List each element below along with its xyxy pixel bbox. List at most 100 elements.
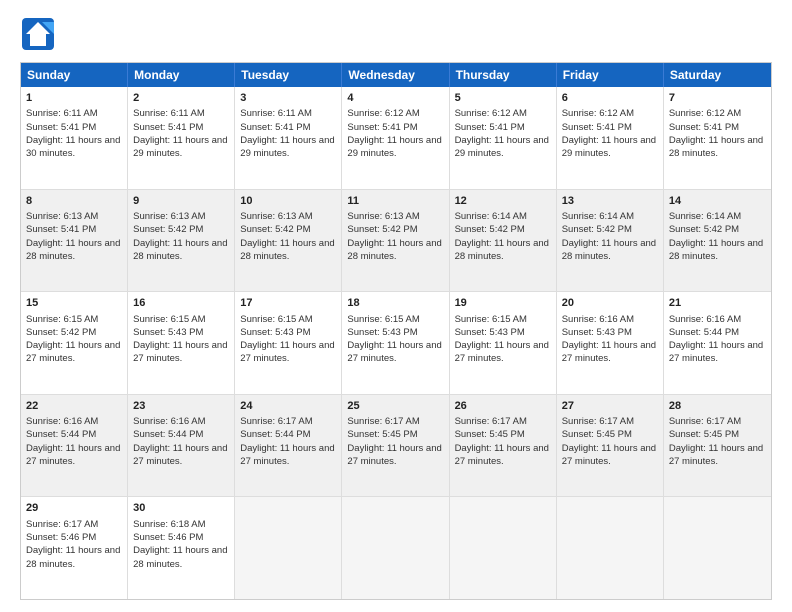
day-cell-23: 23Sunrise: 6:16 AMSunset: 5:44 PMDayligh… [128, 395, 235, 497]
day-cell-10: 10Sunrise: 6:13 AMSunset: 5:42 PMDayligh… [235, 190, 342, 292]
day-header-friday: Friday [557, 63, 664, 87]
sunrise: Sunrise: 6:13 AM [133, 211, 205, 222]
sunset: Sunset: 5:46 PM [26, 532, 96, 543]
sunrise: Sunrise: 6:11 AM [240, 108, 312, 119]
day-cell-13: 13Sunrise: 6:14 AMSunset: 5:42 PMDayligh… [557, 190, 664, 292]
empty-cell [235, 497, 342, 599]
sunrise: Sunrise: 6:12 AM [455, 108, 527, 119]
day-cell-28: 28 Sunrise: 6:17 AM Sunset: 5:45 PM Dayligh… [664, 395, 771, 497]
daylight: Daylight: 11 hours and 27 minutes. [347, 340, 441, 364]
sunset: Sunset: 5:41 PM [240, 122, 310, 133]
daylight: Daylight: 11 hours and 28 minutes. [240, 238, 334, 262]
empty-cell [557, 497, 664, 599]
day-number: 25 [347, 399, 443, 414]
daylight: Daylight: 11 hours and 27 minutes. [669, 340, 763, 364]
day-cell-27: 27Sunrise: 6:17 AMSunset: 5:45 PMDayligh… [557, 395, 664, 497]
day-number: 3 [240, 91, 336, 106]
empty-cell [664, 497, 771, 599]
calendar-header: SundayMondayTuesdayWednesdayThursdayFrid… [21, 63, 771, 87]
daylight: Daylight: 11 hours and 29 minutes. [347, 135, 441, 159]
calendar: SundayMondayTuesdayWednesdayThursdayFrid… [20, 62, 772, 600]
sunrise: Sunrise: 6:17 AM [26, 519, 98, 530]
day-number: 5 [455, 91, 551, 106]
daylight: Daylight: 11 hours and 27 minutes. [26, 340, 120, 364]
sunset: Sunset: 5:43 PM [562, 327, 632, 338]
day-cell-8: 8Sunrise: 6:13 AMSunset: 5:41 PMDaylight… [21, 190, 128, 292]
sunrise: Sunrise: 6:17 AM [669, 416, 741, 427]
sunset: Sunset: 5:45 PM [562, 429, 632, 440]
day-header-sunday: Sunday [21, 63, 128, 87]
daylight: Daylight: 11 hours and 27 minutes. [669, 443, 763, 467]
day-number: 1 [26, 91, 122, 106]
sunset: Sunset: 5:45 PM [669, 429, 739, 440]
sunrise: Sunrise: 6:15 AM [26, 314, 98, 325]
sunrise: Sunrise: 6:13 AM [26, 211, 98, 222]
daylight: Daylight: 11 hours and 28 minutes. [26, 545, 120, 569]
day-number: 12 [455, 194, 551, 209]
sunset: Sunset: 5:43 PM [347, 327, 417, 338]
sunrise: Sunrise: 6:17 AM [347, 416, 419, 427]
day-cell-17: 17Sunrise: 6:15 AMSunset: 5:43 PMDayligh… [235, 292, 342, 394]
daylight: Daylight: 11 hours and 28 minutes. [562, 238, 656, 262]
sunset: Sunset: 5:42 PM [669, 224, 739, 235]
sunset: Sunset: 5:45 PM [347, 429, 417, 440]
day-cell-19: 19Sunrise: 6:15 AMSunset: 5:43 PMDayligh… [450, 292, 557, 394]
day-number: 18 [347, 296, 443, 311]
sunset: Sunset: 5:43 PM [240, 327, 310, 338]
day-number: 29 [26, 501, 122, 516]
day-number: 21 [669, 296, 766, 311]
day-number: 8 [26, 194, 122, 209]
day-header-thursday: Thursday [450, 63, 557, 87]
day-header-wednesday: Wednesday [342, 63, 449, 87]
sunrise: Sunrise: 6:11 AM [26, 108, 98, 119]
sunset: Sunset: 5:46 PM [133, 532, 203, 543]
sunset: Sunset: 5:44 PM [133, 429, 203, 440]
logo [20, 16, 58, 52]
sunset: Sunset: 5:43 PM [455, 327, 525, 338]
daylight: Daylight: 11 hours and 27 minutes. [133, 340, 227, 364]
day-number: 26 [455, 399, 551, 414]
day-cell-18: 18 Sunrise: 6:15 AM Sunset: 5:43 PM Dayligh… [342, 292, 449, 394]
daylight: Daylight: 11 hours and 28 minutes. [26, 238, 120, 262]
sunset: Sunset: 5:41 PM [669, 122, 739, 133]
daylight: Daylight: 11 hours and 27 minutes. [133, 443, 227, 467]
sunset: Sunset: 5:42 PM [26, 327, 96, 338]
sunrise: Sunrise: 6:15 AM [133, 314, 205, 325]
day-number: 10 [240, 194, 336, 209]
day-number: 4 [347, 91, 443, 106]
daylight: Daylight: 11 hours and 28 minutes. [669, 238, 763, 262]
day-number: 7 [669, 91, 766, 106]
day-cell-15: 15 Sunrise: 6:15 AM Sunset: 5:42 PM Dayligh… [21, 292, 128, 394]
sunrise: Sunrise: 6:15 AM [240, 314, 312, 325]
day-cell-5: 5Sunrise: 6:12 AMSunset: 5:41 PMDaylight… [450, 87, 557, 189]
sunrise: Sunrise: 6:15 AM [347, 314, 419, 325]
sunset: Sunset: 5:42 PM [133, 224, 203, 235]
sunrise: Sunrise: 6:12 AM [347, 108, 419, 119]
day-number: 17 [240, 296, 336, 311]
sunrise: Sunrise: 6:12 AM [669, 108, 741, 119]
empty-cell [342, 497, 449, 599]
sunset: Sunset: 5:43 PM [133, 327, 203, 338]
calendar-row-3: 15 Sunrise: 6:15 AM Sunset: 5:42 PM Dayligh… [21, 291, 771, 394]
sunrise: Sunrise: 6:17 AM [562, 416, 634, 427]
sunrise: Sunrise: 6:16 AM [26, 416, 98, 427]
sunset: Sunset: 5:41 PM [455, 122, 525, 133]
day-number: 23 [133, 399, 229, 414]
sunrise: Sunrise: 6:13 AM [347, 211, 419, 222]
day-number: 15 [26, 296, 122, 311]
day-number: 28 [669, 399, 766, 414]
sunset: Sunset: 5:42 PM [455, 224, 525, 235]
sunrise: Sunrise: 6:17 AM [455, 416, 527, 427]
sunrise: Sunrise: 6:14 AM [562, 211, 634, 222]
day-header-tuesday: Tuesday [235, 63, 342, 87]
day-cell-9: 9Sunrise: 6:13 AMSunset: 5:42 PMDaylight… [128, 190, 235, 292]
daylight: Daylight: 11 hours and 29 minutes. [562, 135, 656, 159]
empty-cell [450, 497, 557, 599]
sunrise: Sunrise: 6:11 AM [133, 108, 205, 119]
day-cell-25: 25Sunrise: 6:17 AMSunset: 5:45 PMDayligh… [342, 395, 449, 497]
day-cell-21: 21Sunrise: 6:16 AMSunset: 5:44 PMDayligh… [664, 292, 771, 394]
day-number: 27 [562, 399, 658, 414]
sunrise: Sunrise: 6:12 AM [562, 108, 634, 119]
day-cell-4: 4Sunrise: 6:12 AMSunset: 5:41 PMDaylight… [342, 87, 449, 189]
day-number: 2 [133, 91, 229, 106]
